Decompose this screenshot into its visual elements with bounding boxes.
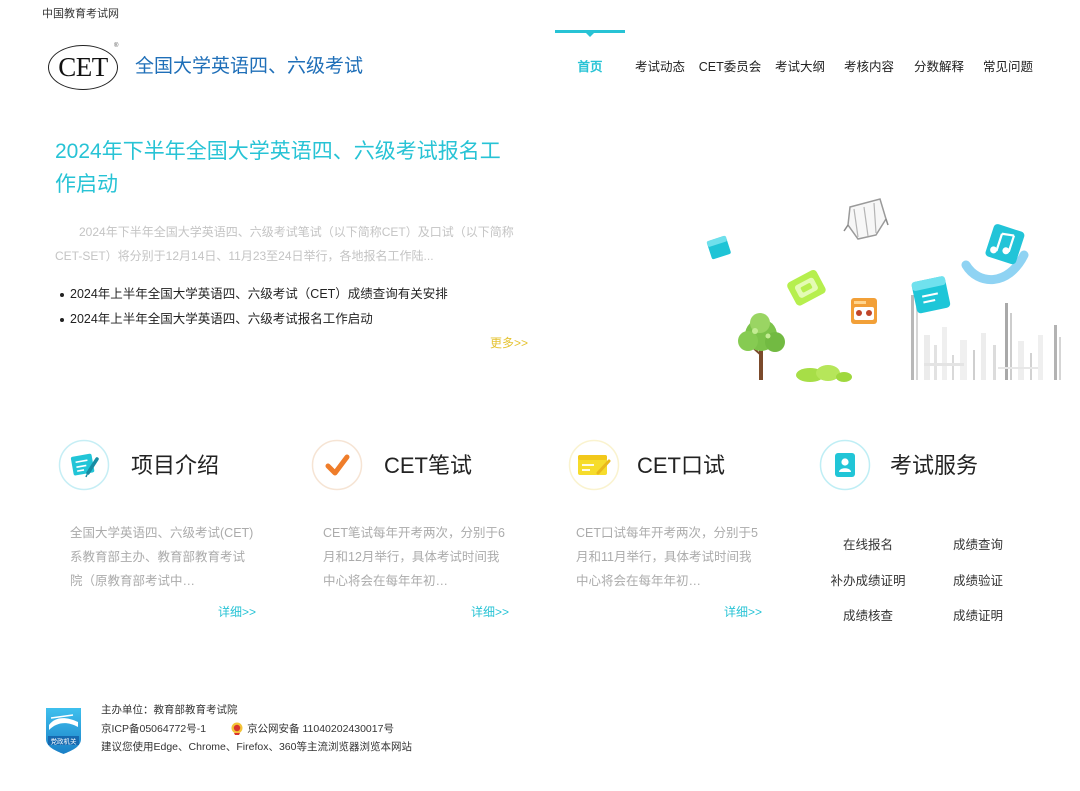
service-score-review[interactable]: 成绩核查 [813, 597, 923, 633]
card-title: 考试服务 [890, 453, 979, 478]
footer-browser-tip: 建议您使用Edge、Chrome、Firefox、360等主流浏览器浏览本网站 [101, 741, 412, 753]
card-description: CET笔试每年开考两次，分别于6月和12月举行，具体考试时间我中心将会在每年年初… [323, 526, 505, 588]
nav-item-committee[interactable]: CET委员会 [695, 58, 765, 76]
card-description: CET口试每年开考两次，分别于5月和11月举行，具体考试时间我中心将会在每年年初… [576, 526, 758, 588]
tree-icon [738, 313, 785, 380]
headline-link[interactable]: 2024年下半年全国大学英语四、六级考试报名工作启动 [55, 135, 507, 201]
police-emblem-icon [231, 722, 243, 736]
card-detail-link[interactable]: 详细>> [70, 605, 256, 619]
service-online-registration[interactable]: 在线报名 [813, 526, 923, 562]
hero-illustration [706, 198, 1061, 382]
card-exam-services: 考试服务 在线报名 成绩查询 补办成绩证明 成绩验证 成绩核查 成绩证明 [814, 439, 1067, 639]
bullet-icon [60, 317, 64, 322]
service-score-certificate[interactable]: 成绩证明 [923, 597, 1033, 633]
news-item-text: 2024年上半年全国大学英语四、六级考试报名工作启动 [70, 312, 373, 326]
card-detail-link[interactable]: 详细>> [576, 605, 762, 619]
nav-item-content[interactable]: 考核内容 [834, 58, 904, 76]
card-title: CET笔试 [384, 453, 473, 478]
nav-item-home[interactable]: 首页 [555, 58, 625, 76]
news-item[interactable]: 2024年上半年全国大学英语四、六级考试（CET）成绩查询有关安排 [58, 282, 528, 307]
service-score-verification[interactable]: 成绩验证 [923, 562, 1033, 598]
nav-active-triangle [586, 33, 594, 37]
nav-item-syllabus[interactable]: 考试大纲 [765, 58, 835, 76]
graduation-bag-icon [843, 198, 889, 240]
more-news-link[interactable]: 更多>> [490, 336, 528, 350]
service-reissue-certificate[interactable]: 补办成绩证明 [813, 562, 923, 598]
card-detail-link[interactable]: 详细>> [323, 605, 509, 619]
service-score-query[interactable]: 成绩查询 [923, 526, 1033, 562]
card-project-intro: 项目介绍 全国大学英语四、六级考试(CET)系教育部主办、教育部教育考试院（原教… [55, 439, 308, 639]
bush-icon [796, 365, 852, 382]
nav-item-faq[interactable]: 常见问题 [973, 58, 1043, 76]
icp-record-link[interactable]: 京ICP备05064772号-1 [101, 720, 206, 739]
bullet-icon [60, 292, 64, 297]
radio-icon [851, 298, 877, 324]
note-pen-icon [58, 439, 110, 491]
id-card-icon [819, 439, 871, 491]
cet-logo[interactable]: CET [48, 45, 118, 90]
footer-sponsor: 主办单位：教育部教育考试院 [101, 704, 238, 716]
card-title: 项目介绍 [131, 453, 220, 478]
check-icon [311, 439, 363, 491]
logo-text: CET [58, 52, 108, 82]
footer-info: 主办单位：教育部教育考试院 京ICP备05064772号-1 京公网安备 110… [101, 701, 412, 757]
card-title: CET口试 [637, 453, 726, 478]
government-badge[interactable]: 党政机关 [43, 705, 84, 755]
cube-icon [706, 235, 731, 260]
card-pen-icon [568, 439, 620, 491]
ticket-icon [787, 269, 826, 306]
nav-item-score[interactable]: 分数解释 [904, 58, 974, 76]
book-icon [911, 276, 951, 314]
top-site-link[interactable]: 中国教育考试网 [42, 7, 119, 21]
service-links: 在线报名 成绩查询 补办成绩证明 成绩验证 成绩核查 成绩证明 [813, 526, 1033, 633]
card-written-test: CET笔试 CET笔试每年开考两次，分别于6月和12月举行，具体考试时间我中心将… [308, 439, 561, 639]
news-item-text: 2024年上半年全国大学英语四、六级考试（CET）成绩查询有关安排 [70, 287, 448, 301]
news-item[interactable]: 2024年上半年全国大学英语四、六级考试报名工作启动 [58, 307, 528, 332]
music-note-icon [961, 224, 1029, 284]
card-description: 全国大学英语四、六级考试(CET)系教育部主办、教育部教育考试院（原教育部考试中… [70, 526, 254, 588]
nav-item-news[interactable]: 考试动态 [625, 58, 695, 76]
footer-records: 京ICP备05064772号-1 京公网安备 11040202430017号 [101, 720, 412, 739]
news-list: 2024年上半年全国大学英语四、六级考试（CET）成绩查询有关安排 2024年上… [58, 282, 528, 332]
card-oral-test: CET口试 CET口试每年开考两次，分别于5月和11月举行，具体考试时间我中心将… [561, 439, 814, 639]
headline-summary: 2024年下半年全国大学英语四、六级考试笔试（以下简称CET）及口试（以下简称C… [55, 225, 514, 263]
police-record-link[interactable]: 京公网安备 11040202430017号 [247, 720, 394, 739]
registered-mark: ® [114, 43, 119, 49]
site-title[interactable]: 全国大学英语四、六级考试 [135, 55, 363, 79]
badge-text: 党政机关 [51, 737, 78, 746]
